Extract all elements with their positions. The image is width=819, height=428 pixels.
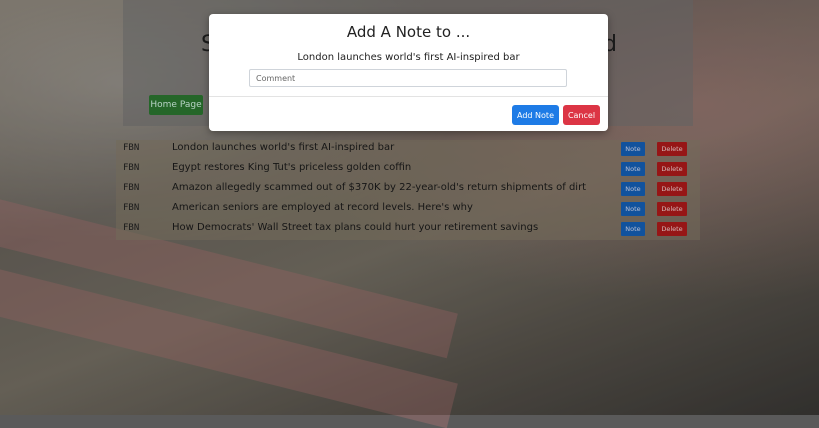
add-note-button[interactable]: Add Note <box>512 105 559 125</box>
add-note-modal: Add A Note to ... London launches world'… <box>209 14 608 131</box>
modal-article-title: London launches world's first AI-inspire… <box>297 52 520 63</box>
cancel-button[interactable]: Cancel <box>563 105 600 125</box>
comment-input[interactable] <box>249 69 567 87</box>
modal-divider <box>209 96 608 97</box>
modal-title: Add A Note to ... <box>346 23 471 41</box>
